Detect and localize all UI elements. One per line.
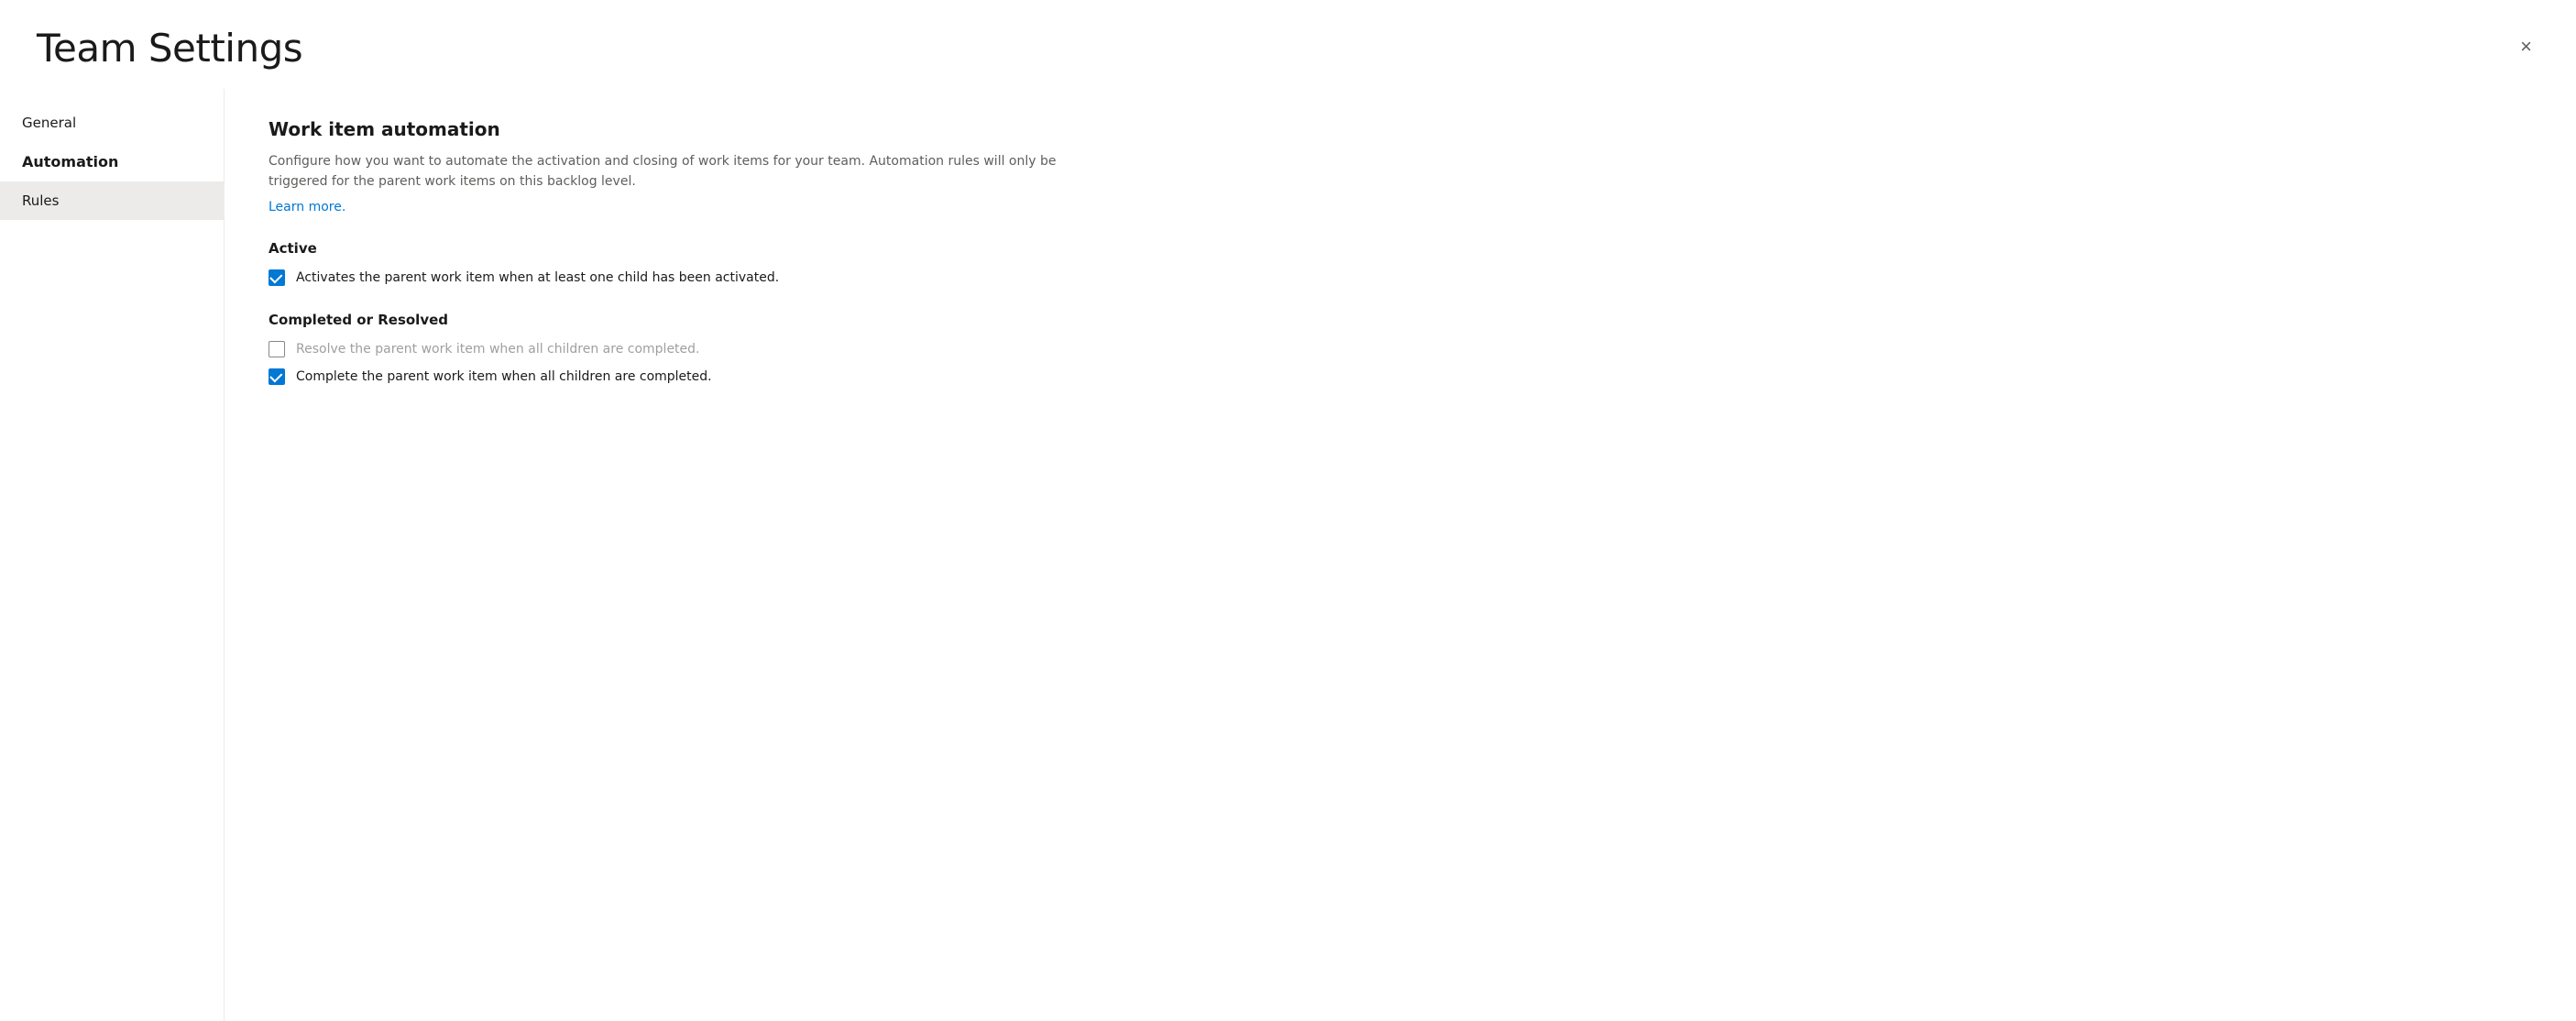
checkbox-label-resolve-parent: Resolve the parent work item when all ch… xyxy=(296,342,700,357)
section-description: Configure how you want to automate the a… xyxy=(269,151,1093,192)
checkbox-row-complete-parent: Complete the parent work item when all c… xyxy=(269,368,2532,385)
checkbox-label-activate-parent: Activates the parent work item when at l… xyxy=(296,270,779,285)
sidebar-item-rules[interactable]: Rules xyxy=(0,181,224,220)
checkbox-row-resolve-parent: Resolve the parent work item when all ch… xyxy=(269,341,2532,357)
section-title: Work item automation xyxy=(269,118,2532,140)
rule-group-completed-resolved-title: Completed or Resolved xyxy=(269,312,2532,328)
team-settings-dialog: Team Settings × General Automation Rules… xyxy=(0,0,2576,1021)
rule-group-completed-resolved: Completed or Resolved Resolve the parent… xyxy=(269,312,2532,385)
checkbox-row-activate-parent: Activates the parent work item when at l… xyxy=(269,269,2532,286)
learn-more-link[interactable]: Learn more. xyxy=(269,200,345,214)
close-button[interactable]: × xyxy=(2513,33,2539,60)
checkbox-label-complete-parent: Complete the parent work item when all c… xyxy=(296,369,712,384)
sidebar: General Automation Rules xyxy=(0,89,225,1021)
dialog-title: Team Settings xyxy=(37,26,302,71)
checkbox-resolve-parent[interactable] xyxy=(269,341,285,357)
main-content: Work item automation Configure how you w… xyxy=(225,89,2576,1021)
rule-group-active-title: Active xyxy=(269,240,2532,257)
rule-group-active: Active Activates the parent work item wh… xyxy=(269,240,2532,286)
checkbox-complete-parent[interactable] xyxy=(269,368,285,385)
checkbox-activate-parent[interactable] xyxy=(269,269,285,286)
sidebar-item-automation[interactable]: Automation xyxy=(0,142,224,181)
sidebar-item-general[interactable]: General xyxy=(0,104,224,142)
dialog-body: General Automation Rules Work item autom… xyxy=(0,89,2576,1021)
dialog-header: Team Settings × xyxy=(0,0,2576,89)
